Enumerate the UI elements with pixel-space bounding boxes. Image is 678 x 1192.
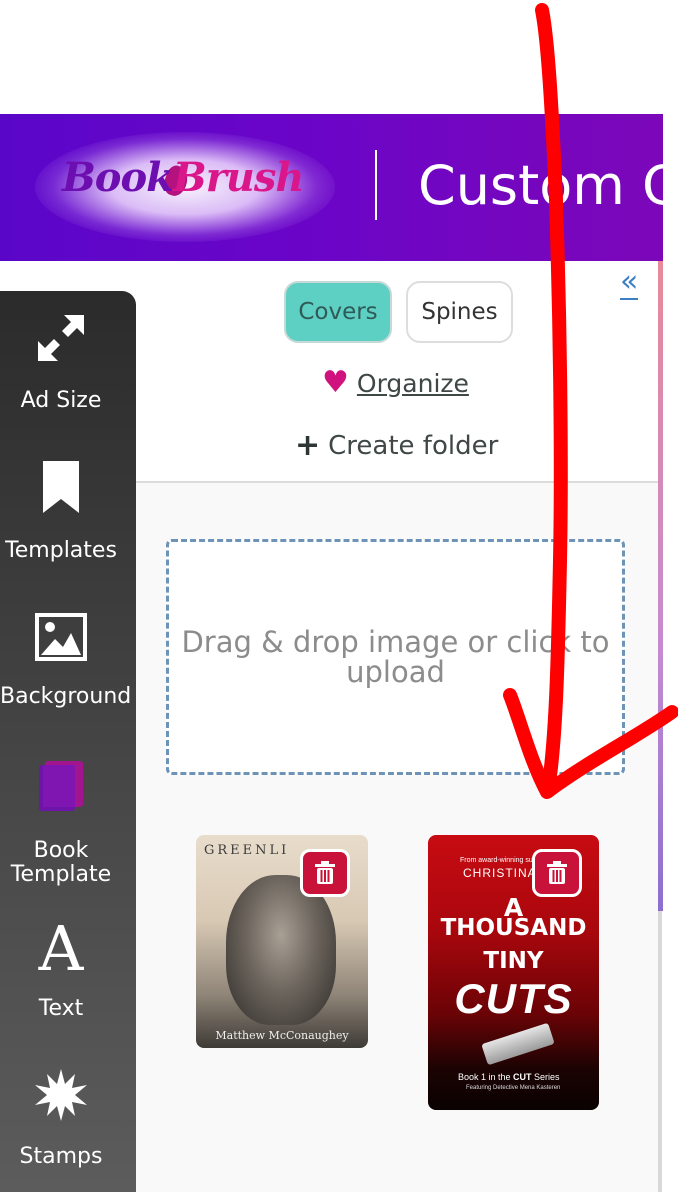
cover-title: GREENLI: [204, 843, 290, 858]
tab-covers[interactable]: Covers: [284, 281, 392, 343]
sidebar-item-label: Book Template: [10, 838, 112, 887]
plus-icon: +: [295, 428, 321, 463]
sidebar-item-stamps[interactable]: Stamps: [0, 1069, 122, 1169]
trash-icon: [547, 861, 567, 884]
organize-label[interactable]: Organize: [357, 369, 469, 398]
starburst-icon: [35, 1069, 87, 1121]
sidebar-item-label: Stamps: [19, 1144, 103, 1169]
upload-dropzone[interactable]: Drag & drop image or click to upload: [166, 539, 625, 775]
canvas-edge: [658, 261, 663, 911]
image-icon: [35, 613, 87, 661]
sidebar-item-label: Templates: [5, 538, 117, 563]
cover-title-line: TINY: [483, 948, 544, 974]
cover-title-line: CUTS: [454, 975, 573, 1022]
delete-cover-button[interactable]: [300, 849, 350, 897]
organize-link[interactable]: ♥ Organize: [322, 368, 469, 398]
expand-arrows-icon: [38, 315, 84, 361]
app-header: BookBrush Custom Cr: [0, 114, 663, 261]
cover-series: Book 1 in the CUT Series: [458, 1072, 560, 1082]
sidebar-item-text[interactable]: A Text: [0, 912, 122, 1021]
double-chevron-left-icon[interactable]: «: [620, 267, 639, 300]
sidebar-item-label: Text: [38, 996, 84, 1021]
left-sidebar: Ad Size Templates Background Book Templa…: [0, 291, 136, 1192]
cover-photo: [226, 875, 336, 1025]
cover-title-line: THOUSAND: [440, 915, 587, 941]
cover-tagline: From award-winning sus: [460, 857, 537, 864]
bookmark-icon: [43, 461, 79, 513]
cover-author: Matthew McConaughey: [215, 1029, 349, 1042]
sidebar-item-book-template[interactable]: Book Template: [0, 761, 122, 887]
sidebar-item-label: Background: [0, 684, 132, 709]
create-folder-label: Create folder: [328, 430, 499, 461]
create-folder-button[interactable]: + Create folder: [295, 428, 498, 463]
delete-cover-button[interactable]: [532, 849, 582, 897]
page-title: Custom Cr: [418, 154, 663, 217]
panel-scrollbar-track: [658, 911, 662, 1192]
sidebar-item-label: Ad Size: [20, 388, 102, 413]
cover-featuring: Featuring Detective Mena Kasteren: [466, 1085, 561, 1091]
bookbrush-logo[interactable]: BookBrush: [62, 154, 312, 201]
tab-spines[interactable]: Spines: [406, 281, 513, 343]
dropzone-text: Drag & drop image or click to upload: [181, 625, 610, 689]
book-icon: [39, 761, 83, 811]
cover-author: CHRISTINA: [463, 866, 537, 880]
sidebar-item-background[interactable]: Background: [0, 613, 132, 709]
razor-blade-graphic: [481, 1022, 555, 1066]
text-a-icon: A: [38, 912, 84, 985]
sidebar-item-ad-size[interactable]: Ad Size: [0, 311, 122, 413]
header-divider: [375, 150, 377, 220]
heart-icon: ♥: [322, 365, 349, 400]
sidebar-item-templates[interactable]: Templates: [0, 461, 122, 563]
trash-icon: [315, 861, 335, 884]
